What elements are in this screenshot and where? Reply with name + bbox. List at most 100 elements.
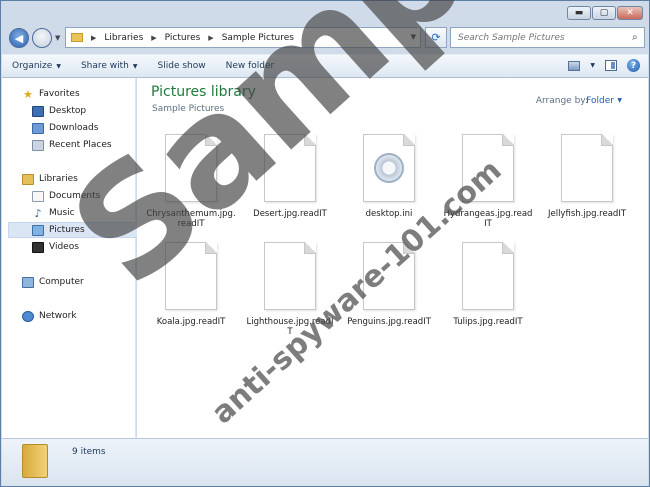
blank-file-icon xyxy=(462,134,514,202)
videos-icon xyxy=(32,241,44,253)
sidebar-item-label: Favorites xyxy=(39,89,80,99)
sidebar-item-label: Desktop xyxy=(49,106,87,116)
breadcrumb-libraries[interactable]: Libraries xyxy=(104,33,143,43)
new-folder-button[interactable]: New folder xyxy=(216,61,285,71)
chevron-down-icon: ▼ xyxy=(132,63,138,70)
sidebar-item-computer[interactable]: Computer xyxy=(22,274,84,290)
share-with-button[interactable]: Share with ▼ xyxy=(71,61,148,71)
breadcrumb-separator-icon[interactable]: ▶ xyxy=(208,34,213,42)
caption-buttons: ▬ ▢ ✕ xyxy=(567,6,643,20)
file-item[interactable]: Koala.jpg.readIT xyxy=(146,242,236,327)
organize-button[interactable]: Organize ▼ xyxy=(2,61,71,71)
search-input[interactable] xyxy=(456,31,630,44)
blank-file-icon xyxy=(165,242,217,310)
file-item[interactable]: Chrysanthemum.jpg.readIT xyxy=(146,134,236,229)
file-name: Hydrangeas.jpg.readIT xyxy=(443,209,533,229)
navigation-pane: ★ Favorites Desktop Downloads Recent Pla… xyxy=(2,78,140,438)
sidebar-item-libraries[interactable]: Libraries xyxy=(22,171,78,187)
breadcrumb-pictures[interactable]: Pictures xyxy=(165,33,201,43)
sidebar-item-desktop[interactable]: Desktop xyxy=(32,103,86,119)
folder-icon xyxy=(71,33,83,42)
chevron-down-icon[interactable]: ▼ xyxy=(617,97,622,104)
arrow-left-icon: ◀ xyxy=(14,31,24,45)
settings-file-icon xyxy=(363,134,415,202)
file-name: Koala.jpg.readIT xyxy=(156,317,226,327)
sidebar-item-videos[interactable]: Videos xyxy=(32,239,79,255)
sidebar-item-recent-places[interactable]: Recent Places xyxy=(32,137,112,153)
organize-label: Organize xyxy=(12,61,53,71)
forward-button[interactable] xyxy=(32,28,52,48)
sidebar-item-downloads[interactable]: Downloads xyxy=(32,120,98,136)
sidebar-item-label: Computer xyxy=(39,277,84,287)
refresh-icon: ⟳ xyxy=(431,31,441,44)
computer-icon xyxy=(22,276,34,288)
file-name: Lighthouse.jpg.readIT xyxy=(246,317,334,337)
sidebar-item-label: Music xyxy=(49,208,75,218)
search-box: ⌕ xyxy=(450,27,645,48)
documents-icon xyxy=(32,190,44,202)
arrange-by-label: Arrange by: xyxy=(535,96,588,106)
file-item[interactable]: desktop.ini xyxy=(344,134,434,219)
search-icon[interactable]: ⌕ xyxy=(632,32,638,43)
blank-file-icon xyxy=(264,242,316,310)
gear-icon xyxy=(374,153,404,183)
share-with-label: Share with xyxy=(80,61,129,71)
sidebar-item-network[interactable]: Network xyxy=(22,308,77,324)
preview-pane-icon[interactable] xyxy=(605,60,617,71)
file-item[interactable]: Hydrangeas.jpg.readIT xyxy=(443,134,533,229)
arrange-by-dropdown[interactable]: Folder xyxy=(586,96,614,106)
blank-file-icon xyxy=(363,242,415,310)
file-name: desktop.ini xyxy=(365,209,413,219)
page-subtitle: Sample Pictures xyxy=(152,104,225,114)
file-item[interactable]: Desert.jpg.readIT xyxy=(245,134,335,219)
recent-pages-dropdown-icon[interactable]: ▼ xyxy=(55,34,60,42)
address-bar[interactable]: ▶ Libraries ▶ Pictures ▶ Sample Pictures… xyxy=(65,27,421,48)
address-dropdown-icon[interactable]: ▼ xyxy=(411,33,416,41)
blank-file-icon xyxy=(462,242,514,310)
breadcrumb-segment: ▶ Sample Pictures xyxy=(208,33,294,43)
breadcrumb-separator-icon[interactable]: ▶ xyxy=(91,34,96,42)
sidebar-item-label: Libraries xyxy=(39,174,78,184)
blank-file-icon xyxy=(561,134,613,202)
explorer-window: ▬ ▢ ✕ ◀ ▼ ▶ Libraries ▶ Pictures ▶ Sampl… xyxy=(0,0,650,487)
file-list-pane: Pictures library Sample Pictures Arrange… xyxy=(137,78,648,438)
breadcrumb: ▶ Libraries xyxy=(91,33,143,43)
breadcrumb-separator-icon[interactable]: ▶ xyxy=(151,34,156,42)
maximize-button[interactable]: ▢ xyxy=(592,6,616,20)
pictures-icon xyxy=(32,224,44,236)
network-icon xyxy=(22,310,34,322)
file-item[interactable]: Tulips.jpg.readIT xyxy=(443,242,533,327)
sidebar-item-pictures[interactable]: Pictures xyxy=(8,222,140,238)
change-view-icon[interactable] xyxy=(568,60,581,71)
sidebar-item-label: Downloads xyxy=(49,123,99,133)
minimize-button[interactable]: ▬ xyxy=(567,6,591,20)
sidebar-item-documents[interactable]: Documents xyxy=(32,188,100,204)
slide-show-button[interactable]: Slide show xyxy=(148,61,216,71)
desktop-icon xyxy=(32,105,44,117)
sidebar-item-favorites[interactable]: ★ Favorites xyxy=(22,86,80,102)
close-button[interactable]: ✕ xyxy=(617,6,643,20)
breadcrumb-sample-pictures[interactable]: Sample Pictures xyxy=(222,33,294,43)
help-icon[interactable]: ? xyxy=(627,59,640,72)
blank-file-icon xyxy=(165,134,217,202)
refresh-button[interactable]: ⟳ xyxy=(425,27,447,48)
page-title: Pictures library xyxy=(151,84,256,100)
sidebar-item-music[interactable]: ♪ Music xyxy=(32,205,75,221)
sidebar-item-label: Recent Places xyxy=(49,140,112,150)
recent-places-icon xyxy=(32,139,44,151)
view-dropdown-icon[interactable]: ▼ xyxy=(590,62,595,69)
file-item[interactable]: Jellyfish.jpg.readIT xyxy=(542,134,632,219)
file-name: Penguins.jpg.readIT xyxy=(347,317,431,327)
address-row: ◀ ▼ ▶ Libraries ▶ Pictures ▶ Sample Pict… xyxy=(7,27,645,49)
view-controls: ▼ ? xyxy=(568,59,640,72)
sidebar-item-label: Network xyxy=(39,311,77,321)
item-count: 9 items xyxy=(72,447,106,457)
back-button[interactable]: ◀ xyxy=(9,28,29,48)
command-bar: Organize ▼ Share with ▼ Slide show New fol… xyxy=(2,54,648,78)
file-name: Chrysanthemum.jpg.readIT xyxy=(146,209,236,229)
file-item[interactable]: Penguins.jpg.readIT xyxy=(344,242,434,327)
chevron-down-icon: ▼ xyxy=(56,63,61,70)
file-item[interactable]: Lighthouse.jpg.readIT xyxy=(245,242,335,337)
file-name: Desert.jpg.readIT xyxy=(253,209,327,219)
details-pane: 9 items xyxy=(2,438,648,486)
